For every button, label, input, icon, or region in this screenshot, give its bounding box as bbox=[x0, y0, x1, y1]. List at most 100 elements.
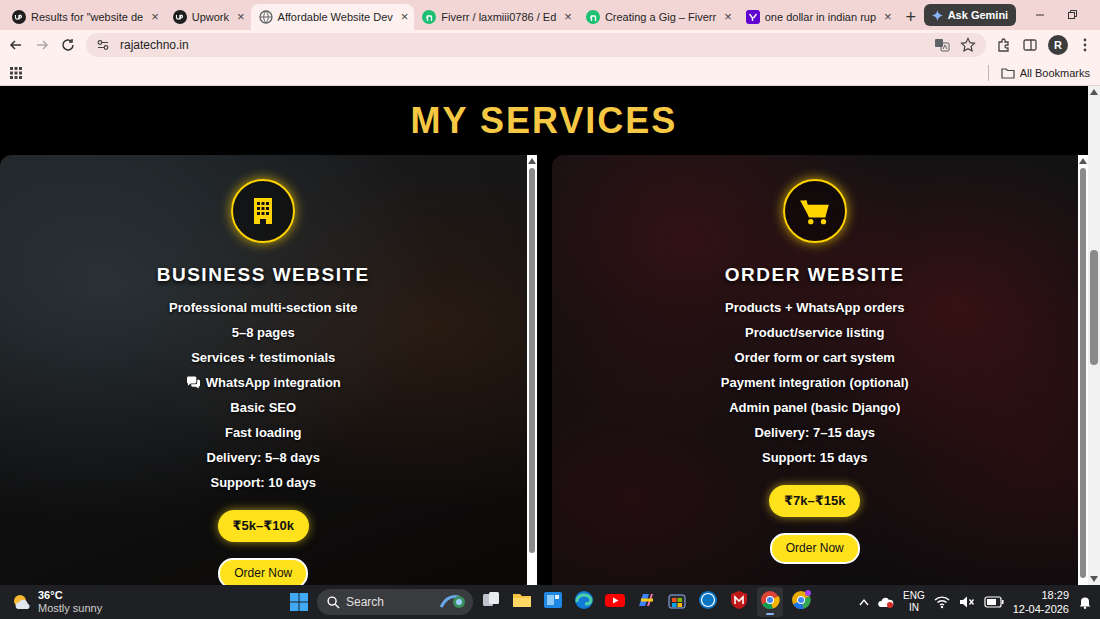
bookmark-star-icon[interactable] bbox=[960, 37, 976, 53]
profile-initial: R bbox=[1054, 39, 1062, 51]
battery-icon[interactable] bbox=[984, 596, 1004, 608]
building-icon bbox=[247, 195, 279, 227]
order-now-button[interactable]: Order Now bbox=[218, 558, 308, 585]
translate-icon[interactable] bbox=[934, 37, 950, 53]
browser-tab[interactable]: Affordable Website Dev × bbox=[251, 4, 415, 30]
tab-favicon-icon bbox=[259, 10, 273, 24]
browser-tab[interactable]: Fiverr / laxmiii0786 / Ed × bbox=[414, 4, 578, 30]
tab-label: one dollar in indian rup bbox=[765, 10, 876, 24]
tab-close-button[interactable]: × bbox=[724, 10, 732, 24]
address-text[interactable]: rajatechno.in bbox=[120, 38, 189, 52]
tab-close-button[interactable]: × bbox=[237, 10, 245, 24]
new-tab-button[interactable]: + bbox=[898, 4, 924, 30]
tab-favicon-icon bbox=[173, 10, 187, 24]
side-panel-icon[interactable] bbox=[1022, 37, 1038, 53]
tab-favicon-icon bbox=[12, 10, 26, 24]
search-icon bbox=[327, 596, 340, 609]
tab-close-button[interactable]: × bbox=[151, 10, 159, 24]
wifi-icon[interactable] bbox=[934, 595, 950, 609]
menu-dots-icon[interactable] bbox=[1078, 37, 1092, 53]
service-title: ORDER WEBSITE bbox=[725, 263, 905, 287]
feature-item: Products + WhatsApp orders bbox=[725, 295, 905, 320]
scroll-up-icon[interactable] bbox=[1079, 158, 1087, 164]
browser-tab[interactable]: Results for "website de× bbox=[4, 4, 165, 30]
taskbar-app[interactable] bbox=[664, 587, 690, 617]
browser-tab[interactable]: one dollar in indian rup × bbox=[738, 4, 898, 30]
window-control-button[interactable] bbox=[1024, 0, 1056, 30]
folder-icon bbox=[1001, 67, 1015, 79]
taskbar-app[interactable] bbox=[695, 587, 721, 617]
feature-item: Basic SEO bbox=[230, 395, 296, 420]
services-header: MY SERVICES bbox=[0, 86, 1088, 155]
web-page: MY SERVICESBUSINESS WEBSITEProfessional … bbox=[0, 86, 1100, 585]
notification-bell-icon[interactable] bbox=[1078, 595, 1092, 609]
feature-text: Professional multi-section site bbox=[169, 295, 358, 320]
feature-item: Fast loading bbox=[225, 420, 302, 445]
minimize-icon bbox=[1034, 9, 1046, 21]
feature-text: Delivery: 7–15 days bbox=[754, 420, 875, 445]
region-code: IN bbox=[909, 602, 919, 614]
tab-label: Affordable Website Dev bbox=[278, 10, 393, 24]
tray-chevron-icon[interactable] bbox=[859, 598, 869, 606]
volume-muted-icon[interactable] bbox=[959, 595, 975, 609]
browser-tab[interactable]: Upwork × bbox=[165, 4, 251, 30]
weather-widget[interactable]: 36°CMostly sunny bbox=[12, 589, 286, 615]
order-now-button[interactable]: Order Now bbox=[770, 533, 860, 564]
ask-gemini-button[interactable]: Ask Gemini bbox=[924, 4, 1017, 26]
explorer-app-icon bbox=[511, 589, 533, 611]
address-bar[interactable]: rajatechno.in bbox=[86, 33, 986, 57]
extensions-icon[interactable] bbox=[996, 37, 1012, 53]
taskbar-app[interactable] bbox=[788, 587, 814, 617]
clock[interactable]: 18:2912-04-2026 bbox=[1013, 588, 1069, 616]
page-scrollbar bbox=[1088, 86, 1100, 585]
profile-avatar[interactable]: R bbox=[1048, 35, 1068, 55]
taskbar-app[interactable] bbox=[726, 587, 752, 617]
reload-icon[interactable] bbox=[60, 37, 76, 53]
feature-text: Fast loading bbox=[225, 420, 302, 445]
window-control-button[interactable] bbox=[1056, 0, 1088, 30]
tab-close-button[interactable]: × bbox=[564, 10, 572, 24]
feature-item: Product/service listing bbox=[745, 320, 884, 345]
page-scrollbar-thumb[interactable] bbox=[1090, 250, 1098, 365]
service-card-body: BUSINESS WEBSITEProfessional multi-secti… bbox=[0, 155, 527, 585]
apps-grid-icon[interactable] bbox=[10, 67, 22, 79]
start-button[interactable] bbox=[286, 589, 312, 615]
browser-tab[interactable]: Creating a Gig – Fiverr× bbox=[578, 4, 738, 30]
taskbar-app[interactable] bbox=[509, 587, 535, 617]
taskbar-app[interactable] bbox=[757, 587, 783, 617]
taskbar-search[interactable]: Search bbox=[317, 589, 473, 615]
shopping-cart-icon bbox=[798, 195, 832, 227]
card-scrollbar-thumb[interactable] bbox=[529, 168, 535, 553]
tab-label: Upwork bbox=[192, 10, 229, 24]
clock-time: 18:29 bbox=[1041, 588, 1069, 602]
all-bookmarks-label: All Bookmarks bbox=[1020, 67, 1090, 79]
ask-gemini-label: Ask Gemini bbox=[948, 9, 1009, 21]
scroll-up-icon[interactable] bbox=[528, 158, 536, 164]
windows-logo-icon bbox=[290, 593, 308, 611]
cloud-sync-icon[interactable] bbox=[878, 595, 894, 609]
feature-item: 5–8 pages bbox=[232, 320, 295, 345]
back-arrow-icon[interactable] bbox=[8, 37, 24, 53]
tab-close-button[interactable]: × bbox=[884, 10, 892, 24]
all-bookmarks-folder[interactable]: All Bookmarks bbox=[1001, 67, 1090, 79]
window-control-button[interactable] bbox=[1088, 0, 1100, 30]
feature-text: Products + WhatsApp orders bbox=[725, 295, 905, 320]
taskbar-app[interactable] bbox=[478, 587, 504, 617]
tab-close-button[interactable]: × bbox=[401, 10, 409, 24]
taskbar-app[interactable] bbox=[633, 587, 659, 617]
tab-favicon-icon bbox=[586, 10, 600, 24]
tab-favicon-icon bbox=[746, 10, 760, 24]
language-indicator[interactable]: ENGIN bbox=[903, 590, 925, 614]
forward-arrow-icon[interactable] bbox=[34, 37, 50, 53]
chrome-alt-app-icon bbox=[790, 589, 812, 611]
youtube-app-icon bbox=[604, 589, 626, 611]
feature-item: Support: 15 days bbox=[762, 445, 867, 470]
taskbar-app[interactable] bbox=[540, 587, 566, 617]
taskbar-app[interactable] bbox=[602, 587, 628, 617]
card-scrollbar-thumb[interactable] bbox=[1080, 168, 1086, 578]
tab-label: Fiverr / laxmiii0786 / Ed bbox=[441, 10, 556, 24]
page-scroll-down-icon[interactable] bbox=[1090, 576, 1098, 582]
taskbar-app[interactable] bbox=[571, 587, 597, 617]
weather-text: 36°CMostly sunny bbox=[38, 589, 102, 615]
page-scroll-up-icon[interactable] bbox=[1090, 89, 1098, 95]
